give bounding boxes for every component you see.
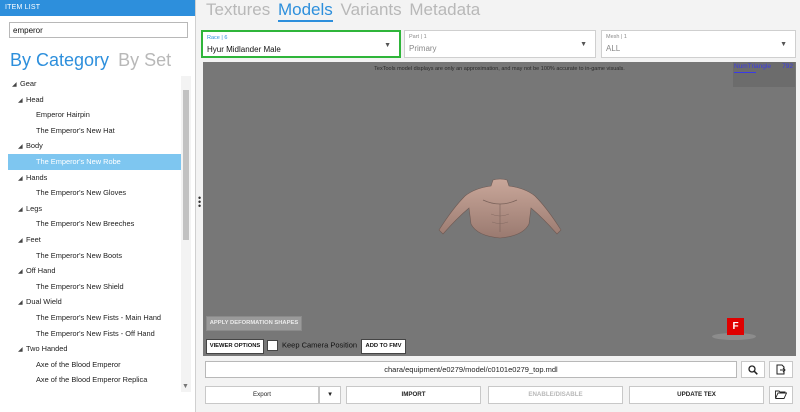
- open-folder-button[interactable]: [769, 386, 793, 404]
- tree-item[interactable]: The Emperor's New Breeches: [8, 216, 181, 232]
- keep-camera-option[interactable]: Keep Camera Position: [267, 340, 357, 351]
- tree-group[interactable]: ◢ Body: [8, 138, 181, 154]
- tree-item[interactable]: The Emperor's New Boots: [8, 248, 181, 264]
- chevron-down-icon: ▼: [326, 391, 334, 398]
- apply-deformation-button[interactable]: APPLY DEFORMATION SHAPES: [206, 316, 302, 331]
- model-path-field: chara/equipment/e0279/model/c0101e0279_t…: [205, 361, 737, 378]
- tab-by-set[interactable]: By Set: [118, 50, 171, 70]
- splitter-grip-icon[interactable]: • • •: [198, 194, 202, 211]
- open-external-button[interactable]: [769, 361, 793, 378]
- tree-item[interactable]: The Emperor's New Shield: [8, 279, 181, 295]
- tree-item-label: Hands: [26, 172, 48, 182]
- part-caption: Part | 1: [409, 34, 427, 40]
- tab-variants[interactable]: Variants: [341, 0, 402, 20]
- tree-item[interactable]: Axe of the Blood Emperor Replica: [8, 372, 181, 388]
- tree-item-label: The Emperor's New Hat: [36, 125, 115, 135]
- tree-item[interactable]: The Emperor's New Hat: [8, 123, 181, 139]
- tab-textures[interactable]: Textures: [206, 0, 270, 20]
- tab-models[interactable]: Models: [277, 0, 333, 22]
- mesh-value: ALL: [606, 44, 621, 53]
- import-button[interactable]: IMPORT: [346, 386, 481, 404]
- tree-item-label: Axe of the Blood Emperor: [36, 359, 121, 369]
- search-icon: [748, 365, 758, 375]
- category-tabs: By Category By Set: [10, 50, 175, 71]
- tree-item-label: Two Handed: [26, 344, 68, 354]
- keep-camera-label: Keep Camera Position: [282, 340, 358, 350]
- export-dropdown-button[interactable]: ▼: [319, 386, 341, 404]
- main-tabs: Textures Models Variants Metadata: [206, 0, 483, 24]
- tree-item-label: Emperor Hairpin: [36, 110, 90, 120]
- race-value: Hyur Midlander Male: [207, 45, 281, 54]
- scroll-down-icon[interactable]: ▼: [182, 383, 189, 390]
- tree-item-label: The Emperor's New Fists - Main Hand: [36, 312, 162, 322]
- num-triangle-underline: [734, 72, 756, 73]
- race-caption: Race | 6: [207, 35, 228, 41]
- item-tree: ◢ Gear ◢ Head Emperor Hairpin The Emperor's N…: [8, 76, 181, 392]
- num-triangle-label: NumTriangle: [734, 63, 771, 70]
- enable-disable-button[interactable]: ENABLE/DISABLE: [488, 386, 623, 404]
- tree-group[interactable]: ◢ Dual Wield: [8, 294, 181, 310]
- tree-item[interactable]: The Emperor's New Robe: [8, 153, 181, 170]
- tree-item-label: Axe of the Blood Emperor Replica: [36, 375, 148, 385]
- search-input[interactable]: [9, 22, 188, 38]
- tree-item-label: Head: [26, 94, 44, 104]
- tab-metadata[interactable]: Metadata: [409, 0, 480, 20]
- f-badge: F: [727, 318, 744, 335]
- part-dropdown[interactable]: Part | 1 Primary ▼: [404, 30, 596, 58]
- update-tex-button[interactable]: UPDATE TEX: [629, 386, 764, 404]
- num-triangle-value: 792: [782, 63, 793, 70]
- tree-item-label: Off Hand: [26, 266, 56, 276]
- tree-item-label: The Emperor's New Boots: [36, 250, 123, 260]
- export-label: Export: [253, 391, 271, 398]
- tree-item-label: Body: [26, 141, 43, 151]
- tree-item-label: Gear: [20, 79, 37, 88]
- tree-group[interactable]: ◢ Two Handed: [8, 341, 181, 357]
- viewport-note: TexTools model displays are only an appr…: [374, 66, 625, 72]
- model-viewport[interactable]: TexTools model displays are only an appr…: [203, 62, 796, 356]
- add-to-fmv-button[interactable]: ADD TO FMV: [361, 339, 406, 354]
- tree-group[interactable]: ◢ Gear: [8, 76, 181, 92]
- folder-icon: [775, 390, 788, 399]
- tree-item[interactable]: The Emperor's New Fists - Main Hand: [8, 310, 181, 326]
- tree-item-label: Feet: [26, 234, 41, 244]
- chevron-down-icon: ▼: [384, 42, 391, 49]
- tab-by-category[interactable]: By Category: [10, 50, 109, 70]
- tree-item-label: Dual Wield: [26, 297, 62, 307]
- item-list-panel: ITEM LIST By Category By Set ◢Gear◢Head E…: [0, 0, 196, 412]
- mesh-dropdown[interactable]: Mesh | 1 ALL ▼: [601, 30, 796, 58]
- model-torso-render[interactable]: [435, 178, 565, 242]
- tree-item[interactable]: Axe of the Blood Emperor: [8, 357, 181, 373]
- tree-item-label: The Emperor's New Shield: [36, 281, 124, 291]
- mesh-caption: Mesh | 1: [606, 34, 627, 40]
- scroll-thumb[interactable]: [183, 90, 189, 240]
- tree-item-label: Legs: [26, 203, 43, 213]
- tree-item-label: The Emperor's New Robe: [36, 156, 121, 166]
- chevron-down-icon: ▼: [780, 41, 787, 48]
- tree-item[interactable]: The Emperor's New Fists - Off Hand: [8, 326, 181, 342]
- tree-group[interactable]: ◢ Legs: [8, 201, 181, 217]
- tree-item-label: The Emperor's New Breeches: [36, 219, 135, 229]
- num-triangle-panel: NumTriangle 792: [733, 62, 795, 87]
- race-dropdown[interactable]: Race | 6 Hyur Midlander Male ▼: [201, 30, 401, 58]
- part-value: Primary: [409, 44, 437, 53]
- item-list-header: ITEM LIST: [0, 0, 195, 16]
- export-button[interactable]: Export: [205, 386, 319, 404]
- tree-group[interactable]: ◢ Off Hand: [8, 263, 181, 279]
- tree-group[interactable]: ◢ Head: [8, 92, 181, 108]
- tree-item-label: The Emperor's New Gloves: [36, 188, 127, 198]
- keep-camera-checkbox[interactable]: [267, 340, 278, 351]
- tree-scrollbar[interactable]: ▼: [181, 76, 191, 392]
- search-path-button[interactable]: [741, 361, 765, 378]
- file-export-icon: [776, 364, 786, 375]
- tree-item[interactable]: The Emperor's New Gloves: [8, 185, 181, 201]
- tree-group[interactable]: ◢ Feet: [8, 232, 181, 248]
- tree-item-label: The Emperor's New Fists - Off Hand: [36, 328, 155, 338]
- tree-item[interactable]: Emperor Hairpin: [8, 107, 181, 123]
- chevron-down-icon: ▼: [580, 41, 587, 48]
- viewer-options-button[interactable]: VIEWER OPTIONS: [206, 339, 264, 354]
- tree-group[interactable]: ◢ Hands: [8, 170, 181, 186]
